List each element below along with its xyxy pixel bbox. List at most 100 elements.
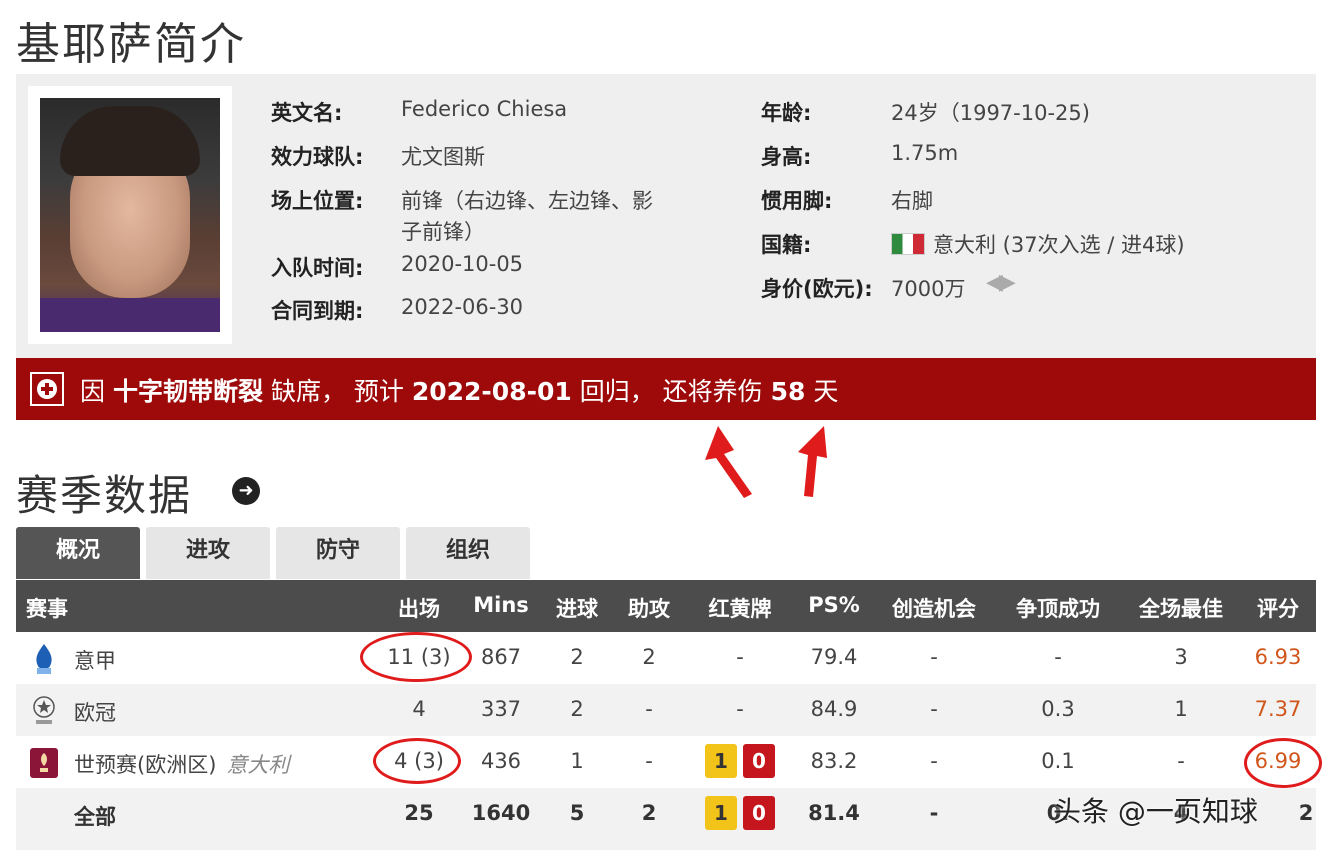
row-aerials: 0.3 [1041, 697, 1075, 721]
row-competition-name: 世预赛(欧洲区) [74, 753, 217, 777]
nationality-value[interactable]: 意大利 (37次入选 / 进4球) [891, 229, 1185, 259]
tab-attack[interactable]: 进攻 [146, 527, 270, 579]
row-cards: 10 [705, 744, 781, 778]
red-card-badge: 0 [743, 796, 775, 830]
annotation-circle-rating [1244, 738, 1322, 788]
row-aerials: 0.1 [1041, 749, 1075, 773]
row-rating: 2 [1298, 801, 1314, 825]
red-card-badge: 0 [743, 744, 775, 778]
table-row: 欧冠 4 337 2 - - 84.9 - 0.3 1 7.37 [16, 684, 1316, 736]
header-chances[interactable]: 创造机会 [892, 593, 976, 623]
header-rating[interactable]: 评分 [1257, 593, 1299, 623]
foot-label: 惯用脚: [761, 189, 833, 213]
row-competition[interactable]: 世预赛(欧洲区) 意大利 [74, 749, 289, 779]
player-profile-panel: 英文名: Federico Chiesa 效力球队: 尤文图斯 场上位置: 前锋… [16, 74, 1316, 358]
nationality-text: 意大利 (37次入选 / 进4球) [933, 233, 1185, 257]
medical-cross-icon [30, 372, 64, 406]
header-competition[interactable]: 赛事 [26, 593, 68, 623]
team-value[interactable]: 尤文图斯 [401, 141, 485, 171]
row-rating: 7.37 [1254, 697, 1302, 721]
foot-value: 右脚 [891, 189, 933, 213]
age-label: 年龄: [761, 101, 812, 125]
row-assists: 2 [642, 645, 656, 669]
position-label: 场上位置: [271, 189, 364, 213]
header-apps[interactable]: 出场 [398, 593, 440, 623]
player-photo-frame [28, 86, 232, 344]
annotation-arrows [705, 426, 827, 498]
english-name-value: Federico Chiesa [401, 97, 568, 121]
row-assists: 2 [641, 801, 657, 825]
header-motm[interactable]: 全场最佳 [1139, 593, 1223, 623]
row-motm: 1 [1174, 697, 1188, 721]
contract-label: 合同到期: [271, 299, 364, 323]
page-title: 基耶萨简介 [16, 19, 246, 70]
serie-a-icon [36, 644, 52, 674]
team-label: 效力球队: [271, 145, 364, 169]
header-goals[interactable]: 进球 [556, 593, 598, 623]
row-chances: - [930, 645, 938, 669]
row-goals: 2 [570, 697, 584, 721]
header-assists[interactable]: 助攻 [628, 593, 670, 623]
injury-days: 58 [770, 377, 806, 406]
injury-return-date: 2022-08-01 [411, 377, 572, 406]
row-cards: 10 [705, 796, 781, 830]
tab-organization[interactable]: 组织 [406, 527, 530, 579]
join-date-label: 入队时间: [271, 256, 364, 280]
annotation-circle-apps-wcq [373, 738, 461, 784]
row-ps: 79.4 [810, 645, 858, 669]
row-mins: 1640 [471, 801, 531, 825]
player-shirt [40, 298, 220, 332]
injury-mid1: 缺席， 预计 [270, 377, 404, 406]
injury-text: 因 十字韧带断裂 缺席， 预计 2022-08-01 回归， 还将养伤 58 天 [80, 372, 838, 408]
yellow-card-badge: 1 [705, 744, 737, 778]
row-chances: - [930, 749, 938, 773]
market-value: 7000万 [891, 277, 966, 301]
season-stats-title: 赛季数据 [16, 471, 193, 520]
row-competition: 全部 [74, 805, 116, 829]
row-goals: 5 [569, 801, 585, 825]
row-mins: 867 [480, 645, 522, 669]
row-chances: - [929, 801, 939, 825]
join-date-value: 2020-10-05 [401, 252, 524, 276]
player-photo [40, 98, 220, 332]
injury-mid2: 回归， 还将养伤 [579, 377, 763, 406]
position-value-line2: 子前锋） [401, 220, 485, 244]
row-competition[interactable]: 欧冠 [74, 697, 116, 727]
row-apps: 4 [412, 697, 426, 721]
row-nation-tag: 意大利 [226, 753, 290, 777]
row-cards: - [736, 697, 744, 721]
tab-defense[interactable]: 防守 [276, 527, 400, 579]
header-mins[interactable]: Mins [473, 593, 529, 617]
injury-name: 十字韧带断裂 [112, 377, 263, 406]
position-value-line1: 前锋（右边锋、左边锋、影 [401, 189, 653, 213]
nationality-label: 国籍: [761, 233, 812, 257]
row-ps: 84.9 [810, 697, 858, 721]
row-goals: 2 [570, 645, 584, 669]
english-name-label: 英文名: [271, 101, 343, 125]
row-assists: - [645, 749, 653, 773]
arrow-right-circle-icon[interactable]: ➜ [232, 477, 260, 505]
age-value: 24岁（1997-10-25) [891, 101, 1090, 125]
header-cards[interactable]: 红黄牌 [709, 593, 772, 623]
row-chances: - [930, 697, 938, 721]
injury-prefix: 因 [80, 377, 106, 406]
row-goals: 1 [570, 749, 584, 773]
row-rating: 6.93 [1254, 645, 1302, 669]
value-history-arrows-icon[interactable]: ◀▶ [986, 270, 1016, 295]
table-row: 意甲 11 (3) 867 2 2 - 79.4 - - 3 6.93 [16, 632, 1316, 684]
row-ps: 83.2 [810, 749, 858, 773]
height-label: 身高: [761, 145, 812, 169]
header-aerials[interactable]: 争顶成功 [1016, 593, 1100, 623]
row-motm: 3 [1174, 645, 1188, 669]
injury-banner: 因 十字韧带断裂 缺席， 预计 2022-08-01 回归， 还将养伤 58 天 [16, 358, 1316, 420]
header-ps[interactable]: PS% [808, 593, 860, 617]
row-mins: 436 [480, 749, 522, 773]
world-cup-qualifier-icon [30, 748, 58, 778]
row-assists: - [645, 697, 653, 721]
row-competition[interactable]: 意甲 [74, 645, 116, 675]
row-mins: 337 [480, 697, 522, 721]
row-motm: - [1177, 749, 1185, 773]
contract-value: 2022-06-30 [401, 295, 524, 319]
height-value: 1.75m [891, 141, 959, 165]
tab-overview[interactable]: 概况 [16, 527, 140, 579]
